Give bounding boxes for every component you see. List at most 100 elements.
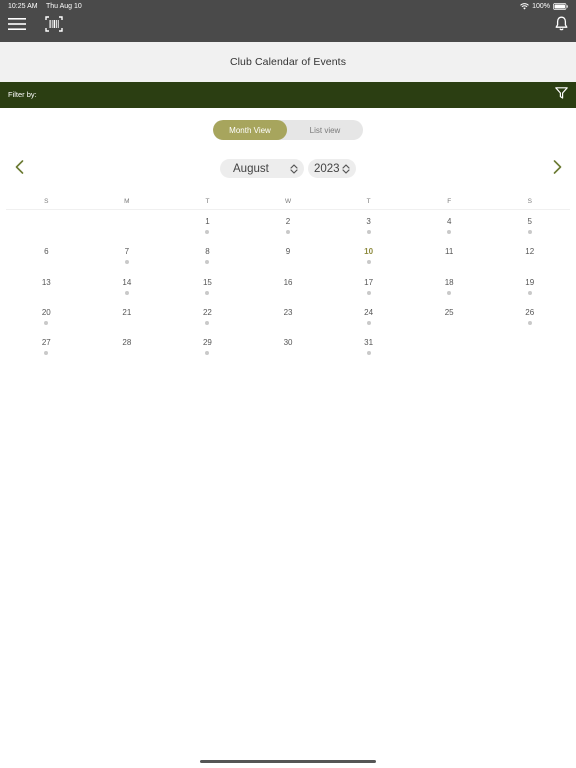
calendar-day[interactable]: 30	[248, 331, 329, 361]
calendar-empty-cell	[409, 331, 490, 361]
event-dot	[447, 290, 452, 295]
calendar-day[interactable]: 11	[409, 240, 490, 270]
calendar-week-row: 6 7 8 9 10 11 12	[6, 240, 570, 270]
calendar-empty-cell	[87, 210, 168, 240]
next-month-button[interactable]	[550, 159, 564, 179]
calendar-day[interactable]: 27	[6, 331, 87, 361]
calendar-day[interactable]: 25	[409, 301, 490, 331]
event-dot	[366, 290, 371, 295]
filter-funnel-icon	[554, 86, 568, 104]
chevron-left-icon	[15, 159, 24, 179]
previous-month-button[interactable]	[12, 159, 26, 179]
calendar-day[interactable]: 15	[167, 271, 248, 301]
calendar-day[interactable]: 28	[87, 331, 168, 361]
weekday-label: T	[205, 198, 210, 205]
day-number: 28	[122, 338, 132, 348]
calendar-day[interactable]: 14	[87, 271, 168, 301]
calendar-day[interactable]: 6	[6, 240, 87, 270]
up-down-chevron-icon	[342, 163, 350, 174]
event-dot	[124, 260, 129, 265]
weekday-label: M	[124, 198, 130, 205]
calendar-day[interactable]: 2	[248, 210, 329, 240]
month-picker[interactable]: August	[220, 159, 304, 178]
day-number: 29	[202, 338, 212, 348]
list-view-toggle[interactable]: List view	[287, 120, 363, 140]
filter-label: Filter by:	[8, 90, 37, 99]
calendar-day[interactable]: 23	[248, 301, 329, 331]
event-dot	[366, 260, 371, 265]
calendar-day[interactable]: 13	[6, 271, 87, 301]
day-number: 1	[205, 217, 210, 226]
calendar-day[interactable]: 18	[409, 271, 490, 301]
view-toggle: Month View List view	[213, 120, 363, 140]
event-dot	[527, 320, 532, 325]
calendar-day[interactable]: 29	[167, 331, 248, 361]
event-dot	[205, 320, 210, 325]
event-dot	[527, 230, 532, 234]
year-picker[interactable]: 2023	[308, 159, 356, 178]
calendar-day[interactable]: 31	[328, 331, 409, 361]
event-dot	[286, 230, 291, 234]
weekday-label: S	[44, 198, 49, 205]
calendar-day[interactable]: 24	[328, 301, 409, 331]
month-picker-value: August	[233, 162, 269, 175]
calendar-week-row: 1 2 3 4 5	[6, 210, 570, 240]
filter-button[interactable]	[554, 86, 568, 104]
calendar-day[interactable]: 5	[489, 210, 570, 240]
calendar-day[interactable]: 3	[328, 210, 409, 240]
event-dot	[205, 290, 210, 295]
calendar-grid: S M T W T F S 1 2 3 4 5 6 7 8 9 10 11 12 13 14 15 16 17 1…	[6, 196, 570, 361]
barcode-scan-button[interactable]	[44, 15, 64, 37]
calendar-week-row: 13 14 15 16 17 18 19	[6, 271, 570, 301]
day-number: 11	[445, 247, 454, 257]
day-number: 27	[41, 338, 51, 348]
calendar-day[interactable]: 19	[489, 271, 570, 301]
calendar-day[interactable]: 20	[6, 301, 87, 331]
chevron-right-icon	[553, 159, 562, 179]
day-number: 18	[444, 277, 454, 287]
day-number: 25	[444, 307, 454, 317]
day-number: 19	[525, 277, 535, 287]
event-dot	[366, 230, 371, 234]
notification-bell-icon	[555, 16, 568, 36]
filter-bar[interactable]: Filter by:	[0, 82, 576, 108]
top-bar: 10:25 AM Thu Aug 10 100%	[0, 0, 576, 42]
calendar-day[interactable]: 9	[248, 240, 329, 270]
calendar-week-row: 27 28 29 30 31	[6, 331, 570, 361]
day-number: 8	[205, 247, 210, 257]
day-number: 26	[525, 307, 535, 317]
month-view-toggle[interactable]: Month View	[213, 120, 287, 140]
event-dot	[366, 351, 371, 356]
calendar-day[interactable]: 7	[87, 240, 168, 270]
day-number: 13	[41, 277, 51, 287]
calendar-day[interactable]: 22	[167, 301, 248, 331]
hamburger-menu-icon	[8, 17, 26, 36]
day-number: 20	[41, 307, 51, 317]
event-dot	[527, 290, 532, 295]
day-number: 9	[285, 247, 291, 257]
calendar-day[interactable]: 21	[87, 301, 168, 331]
menu-button[interactable]	[7, 17, 27, 36]
calendar-day[interactable]: 8	[167, 240, 248, 270]
day-number: 7	[124, 247, 130, 257]
battery-percent: 100%	[532, 3, 550, 10]
barcode-scan-icon	[45, 15, 63, 37]
weekday-label: S	[527, 198, 532, 205]
calendar-day[interactable]: 12	[489, 240, 570, 270]
event-dot	[205, 351, 210, 356]
event-dot	[447, 230, 452, 234]
calendar-day[interactable]: 1	[167, 210, 248, 240]
app-screen: 10:25 AM Thu Aug 10 100% Club Calendar o…	[0, 0, 576, 768]
year-picker-value: 2023	[314, 162, 340, 175]
calendar-week-row: 20 21 22 23 24 25 26	[6, 301, 570, 331]
notifications-button[interactable]	[553, 16, 569, 36]
event-dot	[44, 351, 49, 356]
status-date: Thu Aug 10	[46, 3, 82, 10]
day-number: 6	[44, 247, 49, 257]
day-number: 15	[202, 277, 212, 287]
calendar-day-today[interactable]: 10	[328, 240, 409, 270]
calendar-day[interactable]: 26	[489, 301, 570, 331]
calendar-day[interactable]: 16	[248, 271, 329, 301]
calendar-day[interactable]: 4	[409, 210, 490, 240]
calendar-day[interactable]: 17	[328, 271, 409, 301]
